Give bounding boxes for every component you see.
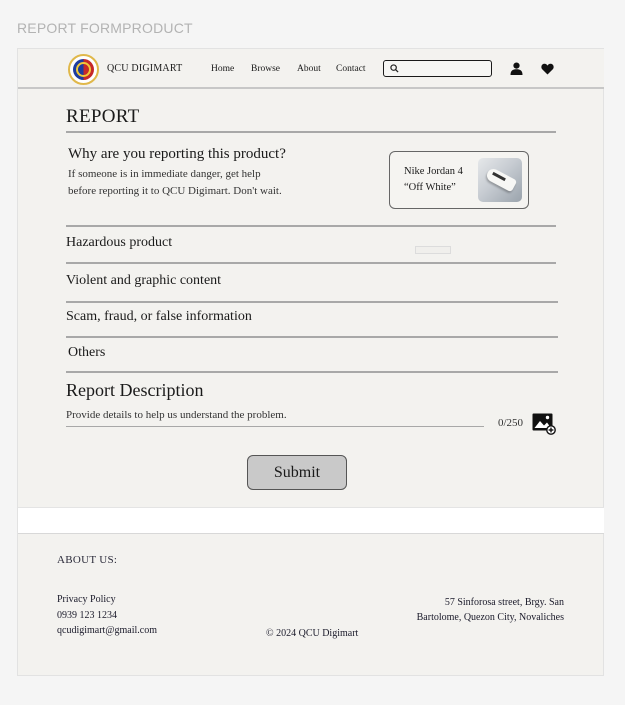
product-name-line1: Nike Jordan 4 bbox=[404, 166, 463, 177]
title-divider bbox=[66, 131, 556, 133]
footer-email[interactable]: qcudigimart@gmail.com bbox=[57, 625, 157, 636]
search-bar[interactable] bbox=[383, 60, 492, 77]
description-title: Report Description bbox=[66, 380, 204, 400]
user-icon[interactable] bbox=[510, 62, 523, 75]
footer-copyright: © 2024 QCU Digimart bbox=[266, 628, 359, 639]
reason-others[interactable]: Others bbox=[68, 345, 105, 361]
navbar: QCU DIGIMART Home Browse About Contact bbox=[18, 49, 604, 89]
product-name-line2: “Off White” bbox=[404, 181, 456, 193]
submit-button[interactable]: Submit bbox=[247, 455, 347, 490]
heart-icon[interactable] bbox=[541, 63, 554, 75]
search-input[interactable] bbox=[402, 62, 488, 75]
search-icon bbox=[390, 64, 399, 73]
reason-hazardous[interactable]: Hazardous product bbox=[66, 235, 172, 251]
nav-home[interactable]: Home bbox=[211, 64, 234, 74]
reason-divider bbox=[66, 371, 558, 373]
product-thumbnail bbox=[478, 158, 522, 202]
reason-scam[interactable]: Scam, fraud, or false information bbox=[66, 309, 252, 325]
logo-ring bbox=[76, 62, 91, 77]
report-page: QCU DIGIMART Home Browse About Contact R… bbox=[17, 48, 604, 676]
reasons-top-divider bbox=[66, 225, 556, 227]
nav-about[interactable]: About bbox=[297, 64, 321, 74]
footer-privacy-policy[interactable]: Privacy Policy bbox=[57, 594, 116, 605]
reason-divider bbox=[66, 301, 558, 303]
page-title: REPORT bbox=[66, 106, 140, 127]
brand-name[interactable]: QCU DIGIMART bbox=[107, 63, 182, 74]
logo[interactable] bbox=[68, 54, 99, 85]
nav-contact[interactable]: Contact bbox=[336, 64, 366, 74]
reason-violent[interactable]: Violent and graphic content bbox=[66, 273, 221, 289]
character-counter: 0/250 bbox=[498, 417, 524, 429]
empty-selection-box bbox=[415, 246, 451, 254]
section-separator bbox=[18, 507, 604, 534]
product-name: Nike Jordan 4 “Off White” bbox=[404, 164, 463, 195]
footer-about-label: ABOUT US: bbox=[57, 554, 118, 566]
nav-browse[interactable]: Browse bbox=[251, 64, 280, 74]
add-image-icon[interactable] bbox=[532, 413, 556, 435]
frame-label: REPORT FORMPRODUCT bbox=[17, 20, 193, 36]
product-card[interactable]: Nike Jordan 4 “Off White” bbox=[389, 151, 529, 209]
reason-divider bbox=[66, 262, 556, 264]
footer-phone[interactable]: 0939 123 1234 bbox=[57, 610, 117, 621]
footer-address: 57 Sinforosa street, Brgy. San Bartolome… bbox=[416, 597, 564, 623]
description-input[interactable] bbox=[66, 407, 484, 427]
reason-divider bbox=[66, 336, 558, 338]
report-question: Why are you reporting this product? bbox=[68, 146, 286, 162]
report-warning: If someone is in immediate danger, get h… bbox=[68, 168, 282, 197]
